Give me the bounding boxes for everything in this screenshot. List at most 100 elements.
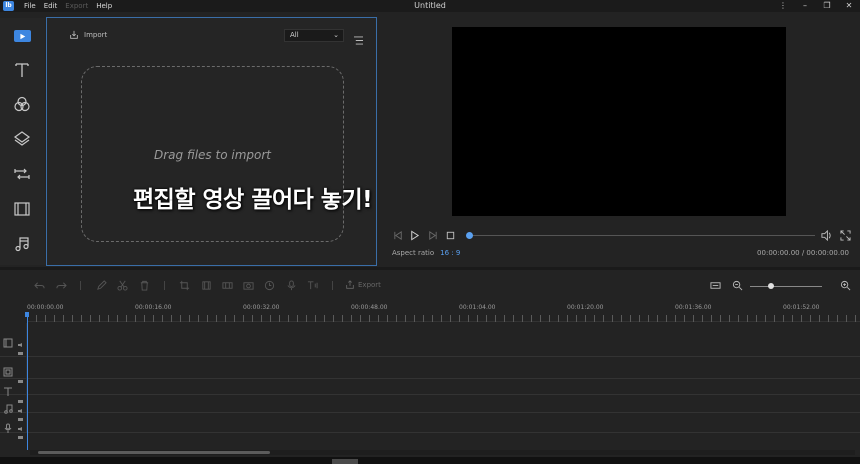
minimize-icon[interactable]: –	[800, 0, 810, 12]
zoom-out-button[interactable]	[730, 278, 744, 292]
media-filter-select[interactable]: All ⌄	[284, 29, 344, 42]
track-header	[0, 357, 27, 383]
music-icon	[15, 237, 29, 252]
track-overlay[interactable]	[0, 357, 860, 383]
track-voice[interactable]	[0, 413, 860, 439]
screenshot-button[interactable]	[241, 278, 255, 292]
ruler-label: 00:00:16.00	[135, 304, 172, 311]
menu-help[interactable]: Help	[96, 2, 112, 10]
restore-icon[interactable]: ❐	[822, 0, 832, 12]
playback-controls	[392, 229, 852, 243]
close-icon[interactable]: ✕	[844, 0, 854, 12]
record-voice-button[interactable]	[284, 278, 298, 292]
tts-button[interactable]	[305, 278, 319, 292]
track-text[interactable]	[0, 379, 860, 403]
media-icon	[13, 30, 31, 42]
volume-button[interactable]	[820, 229, 832, 241]
more-icon[interactable]: ⋮	[778, 0, 788, 12]
trash-icon	[140, 280, 148, 291]
prev-frame-icon	[393, 230, 402, 240]
menu-edit[interactable]: Edit	[44, 2, 58, 10]
fullscreen-button[interactable]	[839, 229, 851, 241]
playhead[interactable]	[27, 313, 28, 450]
edit-button[interactable]	[94, 278, 108, 292]
aspect-ratio: Aspect ratio 16 : 9	[392, 249, 460, 257]
volume-icon	[820, 229, 831, 241]
fit-icon	[709, 281, 721, 289]
drop-hint-text: Drag files to import	[154, 148, 271, 162]
zoom-slider-thumb[interactable]	[768, 283, 774, 289]
export-button[interactable]: Export	[345, 280, 381, 290]
rail-transitions-button[interactable]	[11, 164, 33, 184]
delete-button[interactable]	[137, 278, 151, 292]
mosaic-button[interactable]	[220, 278, 234, 292]
track-video[interactable]	[0, 323, 860, 357]
undo-icon	[33, 281, 45, 289]
ruler-ticks	[27, 315, 860, 322]
lock-icon[interactable]	[18, 424, 23, 439]
rail-text-button[interactable]	[11, 60, 33, 80]
prev-frame-button[interactable]	[392, 229, 404, 241]
menu-bar: File Edit Export Help	[24, 2, 112, 10]
freeze-frame-icon	[201, 280, 211, 290]
cut-button[interactable]	[115, 278, 129, 292]
app-logo[interactable]: lb	[3, 1, 14, 11]
scissors-icon	[116, 280, 128, 291]
rail-filters-button[interactable]	[11, 94, 33, 114]
stop-icon	[446, 231, 454, 239]
rail-media-button[interactable]	[11, 26, 33, 46]
scrubber-track[interactable]	[470, 235, 815, 236]
crop-button[interactable]	[177, 278, 191, 292]
ruler-label: 00:01:20.00	[567, 304, 604, 311]
next-frame-button[interactable]	[426, 229, 438, 241]
panel-divider[interactable]	[0, 267, 860, 270]
pencil-icon	[96, 279, 107, 290]
freeze-button[interactable]	[199, 278, 213, 292]
import-icon	[70, 30, 78, 39]
mute-icon[interactable]	[18, 398, 23, 413]
rail-overlays-button[interactable]	[11, 129, 33, 149]
lock-icon[interactable]	[18, 388, 23, 403]
stop-button[interactable]	[444, 229, 456, 241]
lock-icon[interactable]	[18, 406, 23, 421]
playhead-handle[interactable]	[25, 312, 29, 317]
music-track-icon	[3, 399, 13, 414]
import-button[interactable]: Import	[69, 30, 107, 40]
speed-button[interactable]	[262, 278, 276, 292]
zoom-out-icon	[732, 280, 742, 290]
window-title: Untitled	[414, 1, 446, 10]
mute-icon[interactable]	[18, 332, 23, 347]
timeline-ruler[interactable]: 00:00:00.00 00:00:16.00 00:00:32.00 00:0…	[27, 304, 860, 322]
timeline-scrollbar-thumb[interactable]	[38, 451, 270, 454]
scrubber-thumb[interactable]	[466, 232, 473, 239]
undo-button[interactable]	[32, 278, 46, 292]
rail-music-button[interactable]	[11, 234, 33, 254]
lock-icon[interactable]	[18, 340, 23, 355]
timeline-scrollbar[interactable]	[30, 450, 855, 455]
rail-elements-button[interactable]	[11, 199, 33, 219]
drop-zone[interactable]: Drag files to import	[81, 66, 344, 242]
menu-file[interactable]: File	[24, 2, 36, 10]
lock-icon[interactable]	[18, 368, 23, 383]
zoom-slider-track[interactable]	[750, 286, 822, 287]
taskbar-item[interactable]	[332, 459, 358, 464]
redo-button[interactable]	[54, 278, 68, 292]
aspect-ratio-value[interactable]: 16 : 9	[440, 249, 460, 257]
play-button[interactable]	[408, 229, 420, 241]
fit-timeline-button[interactable]	[708, 278, 722, 292]
track-music[interactable]	[0, 395, 860, 421]
taskbar-strip	[0, 457, 860, 464]
mosaic-icon	[221, 281, 233, 289]
mic-track-icon	[3, 418, 13, 433]
chevron-down-icon: ⌄	[333, 31, 339, 39]
import-label: Import	[84, 31, 108, 39]
list-view-button[interactable]	[353, 30, 365, 45]
clock-icon	[264, 280, 274, 290]
zoom-in-button[interactable]	[838, 278, 852, 292]
video-preview[interactable]	[452, 27, 786, 216]
mute-icon[interactable]	[18, 416, 23, 431]
tool-rail	[0, 18, 45, 265]
crop-icon	[179, 280, 189, 290]
menu-export[interactable]: Export	[65, 2, 88, 10]
fullscreen-icon	[839, 229, 851, 241]
